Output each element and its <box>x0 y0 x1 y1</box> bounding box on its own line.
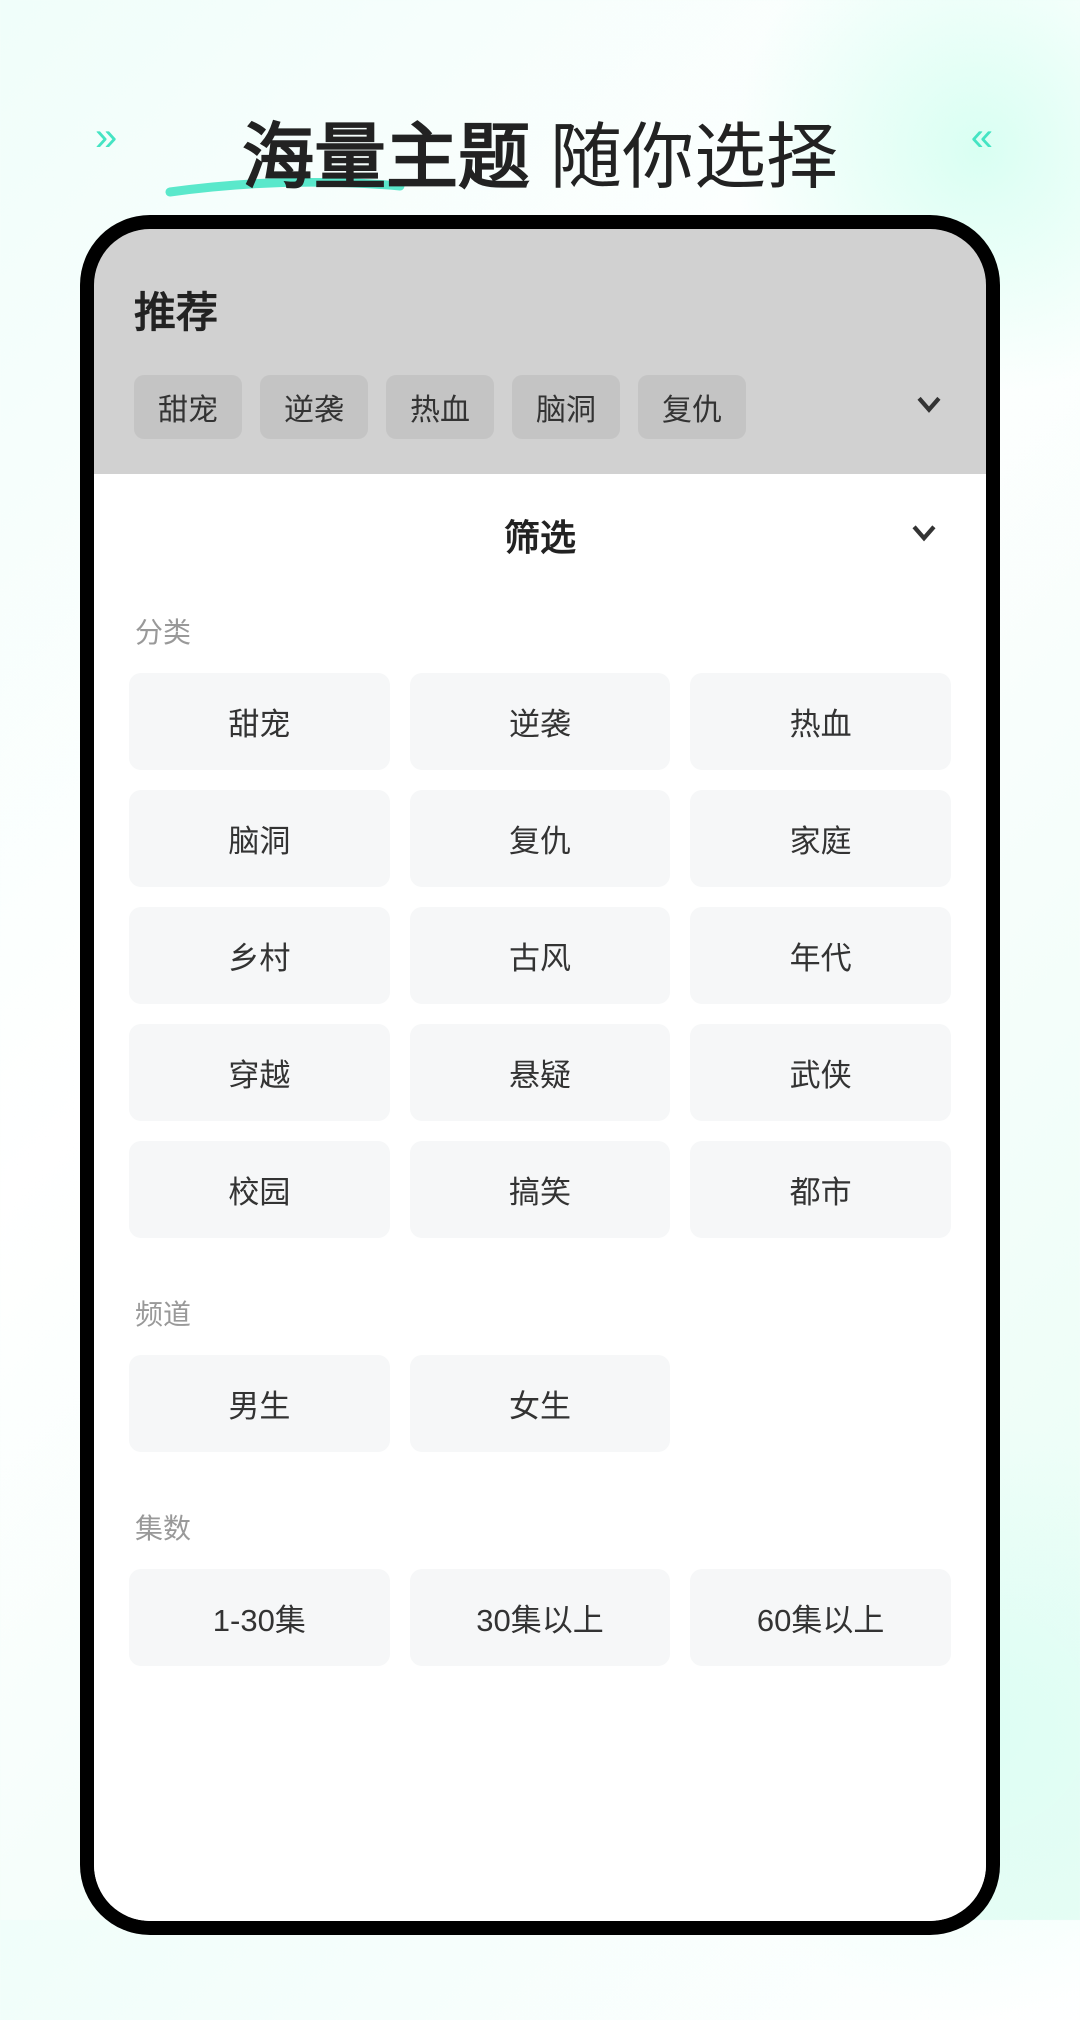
tag-chip[interactable]: 脑洞 <box>512 375 620 439</box>
filter-chip[interactable]: 年代 <box>690 907 951 1004</box>
filter-chip[interactable]: 家庭 <box>690 790 951 887</box>
filter-chip[interactable]: 复仇 <box>410 790 671 887</box>
tag-chip[interactable]: 热血 <box>386 375 494 439</box>
page-title: 推荐 <box>94 279 986 340</box>
filter-chip[interactable]: 古风 <box>410 907 671 1004</box>
episodes-grid: 1-30集 30集以上 60集以上 <box>129 1569 951 1666</box>
filter-chip[interactable]: 脑洞 <box>129 790 390 887</box>
tag-row: 甜宠 逆袭 热血 脑洞 复仇 <box>94 375 986 439</box>
phone-frame: 推荐 甜宠 逆袭 热血 脑洞 复仇 筛选 <box>80 215 1000 1935</box>
filter-title: 筛选 <box>504 509 576 561</box>
section-label-channel: 频道 <box>129 1293 951 1333</box>
channel-grid: 男生 女生 <box>129 1355 951 1452</box>
filter-chip[interactable]: 30集以上 <box>410 1569 671 1666</box>
filter-chip[interactable]: 60集以上 <box>690 1569 951 1666</box>
category-grid: 甜宠 逆袭 热血 脑洞 复仇 家庭 乡村 古风 年代 穿越 悬疑 武侠 校园 搞… <box>129 673 951 1238</box>
phone-screen: 推荐 甜宠 逆袭 热血 脑洞 复仇 筛选 <box>94 229 986 1921</box>
filter-panel: 筛选 分类 甜宠 逆袭 热血 脑洞 复仇 家庭 乡村 古风 年代 穿越 悬疑 <box>94 474 986 1921</box>
filter-chip[interactable]: 女生 <box>410 1355 671 1452</box>
filter-chip[interactable]: 男生 <box>129 1355 390 1452</box>
dimmed-background-section: 推荐 甜宠 逆袭 热血 脑洞 复仇 <box>94 229 986 474</box>
filter-chip[interactable]: 热血 <box>690 673 951 770</box>
tag-chip[interactable]: 逆袭 <box>260 375 368 439</box>
headline: 海量主题 随你选择 <box>0 98 1080 203</box>
filter-chip[interactable]: 搞笑 <box>410 1141 671 1238</box>
filter-chip[interactable]: 武侠 <box>690 1024 951 1121</box>
tag-chip[interactable]: 甜宠 <box>134 375 242 439</box>
headline-bold: 海量主题 <box>242 118 530 198</box>
filter-chip[interactable]: 穿越 <box>129 1024 390 1121</box>
chevron-down-icon <box>907 516 941 550</box>
collapse-filter-button[interactable] <box>907 516 941 555</box>
filter-chip[interactable]: 都市 <box>690 1141 951 1238</box>
tag-chip[interactable]: 复仇 <box>638 375 746 439</box>
filter-chip[interactable]: 乡村 <box>129 907 390 1004</box>
filter-chip[interactable]: 甜宠 <box>129 673 390 770</box>
headline-light: 随你选择 <box>530 118 838 198</box>
section-label-category: 分类 <box>129 611 951 651</box>
filter-chip[interactable]: 1-30集 <box>129 1569 390 1666</box>
filter-header: 筛选 <box>129 509 951 561</box>
filter-chip[interactable]: 校园 <box>129 1141 390 1238</box>
section-label-episodes: 集数 <box>129 1507 951 1547</box>
filter-chip[interactable]: 逆袭 <box>410 673 671 770</box>
filter-chip[interactable]: 悬疑 <box>410 1024 671 1121</box>
chevron-down-icon <box>912 387 946 421</box>
expand-tags-button[interactable] <box>912 387 946 428</box>
